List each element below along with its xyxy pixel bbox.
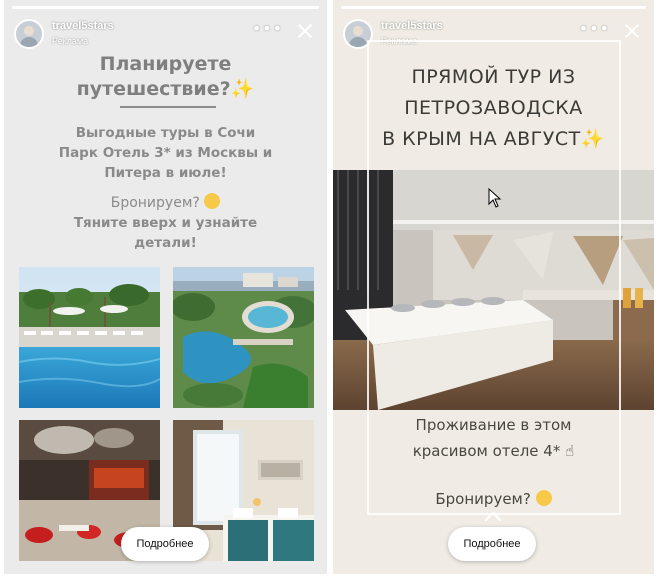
question-text: Бронируем? [4, 193, 327, 213]
sparkles-icon: ✨ [580, 128, 605, 150]
divider [120, 106, 216, 108]
story-title: Планируете путешествие?✨ [4, 52, 327, 102]
body-line: красивом отеле 4* ☝ [412, 442, 575, 460]
more-dots-icon[interactable]: ••• [252, 19, 283, 38]
ad-label: Реклама [52, 36, 89, 46]
close-icon[interactable] [622, 21, 642, 41]
story-card-1[interactable]: travel5stars Реклама ••• Планируете путе… [4, 0, 327, 574]
title-line: ПЕТРОЗАВОДСКА [404, 97, 583, 119]
title-line: путешествие?✨ [76, 78, 255, 100]
more-dots-icon[interactable]: ••• [579, 19, 610, 38]
sparkles-icon: ✨ [230, 78, 255, 100]
title-line: ПРЯМОЙ ТУР ИЗ [411, 66, 576, 88]
cta-line: детали! [134, 235, 197, 251]
title-line: Планируете [99, 53, 232, 75]
smile-emoji-icon [204, 193, 221, 209]
more-details-button[interactable]: Подробнее [448, 527, 536, 561]
body-line: Питера в июле! [104, 165, 227, 181]
body-line: Выгодные туры в Сочи [75, 125, 256, 141]
more-details-button[interactable]: Подробнее [121, 527, 209, 561]
pool-resort-photo [19, 267, 160, 408]
story-body: Проживание в этом красивом отеле 4* ☝ [333, 412, 654, 464]
story-progress-bar [12, 6, 319, 9]
avatar[interactable] [14, 19, 44, 49]
body-line: Проживание в этом [415, 416, 572, 434]
account-name[interactable]: travel5stars [381, 20, 443, 32]
story-title: ПРЯМОЙ ТУР ИЗ ПЕТРОЗАВОДСКА В КРЫМ НА АВ… [333, 62, 654, 155]
smile-emoji-icon [535, 490, 552, 506]
pointing-hand-icon: ☝ [565, 442, 575, 460]
account-name[interactable]: travel5stars [52, 20, 114, 32]
close-icon[interactable] [295, 21, 315, 41]
aerial-resort-photo [173, 267, 314, 408]
title-line: В КРЫМ НА АВГУСТ✨ [382, 128, 605, 150]
story-progress-bar [341, 6, 646, 9]
body-line: Парк Отель 3* из Москвы и [58, 145, 273, 161]
question-text: Бронируем? [333, 486, 654, 512]
cta-text: Тяните вверх и узнайте детали! [4, 213, 327, 253]
story-body: Выгодные туры в Сочи Парк Отель 3* из Мо… [4, 123, 327, 183]
story-header: travel5stars Реклама ••• [14, 17, 319, 51]
cta-line: Тяните вверх и узнайте [73, 215, 258, 231]
story-card-2[interactable]: travel5stars Реклама ••• ПРЯМОЙ ТУР ИЗ П… [333, 0, 654, 574]
mouse-cursor-icon [488, 188, 502, 208]
